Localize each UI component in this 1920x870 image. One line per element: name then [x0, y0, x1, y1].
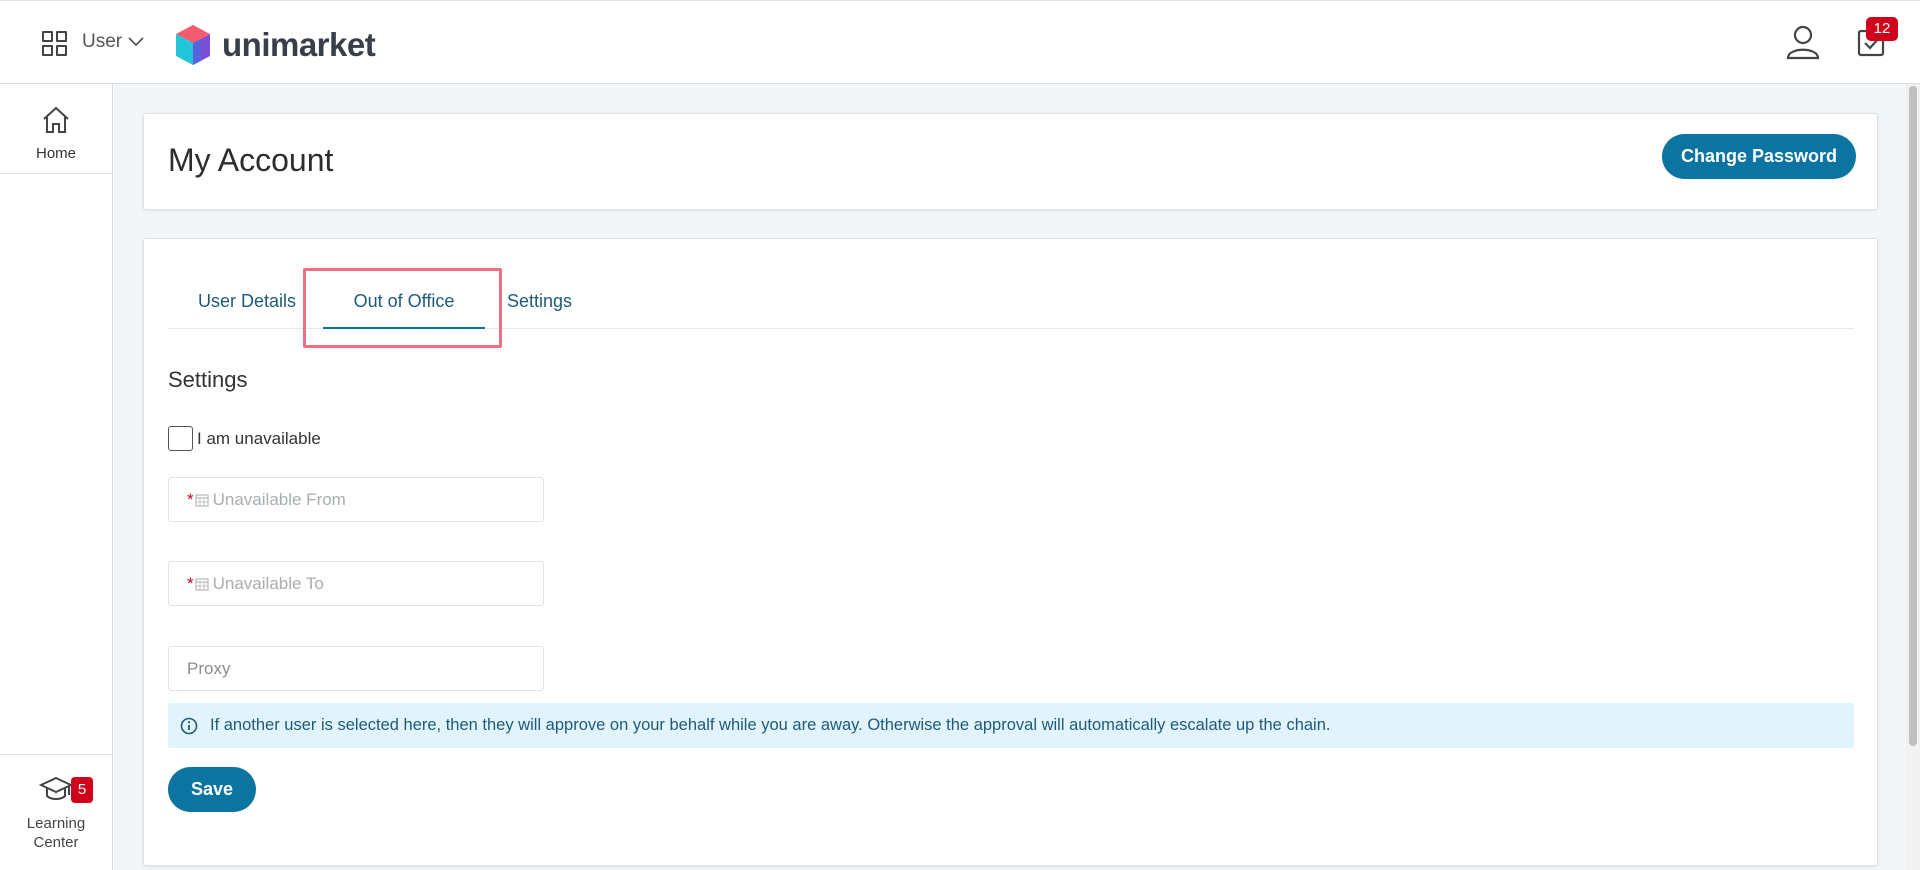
tab-highlight-outline	[303, 268, 502, 348]
sidebar: Home 5 Learning Center	[0, 84, 113, 870]
required-marker: *	[187, 573, 194, 593]
learning-count-badge: 5	[71, 777, 93, 803]
required-marker: *	[187, 489, 194, 509]
change-password-button[interactable]: Change Password	[1662, 134, 1856, 179]
home-icon	[43, 106, 69, 133]
unavailable-from-placeholder: Unavailable From	[212, 489, 346, 509]
account-content-card: User Details Out of Office Settings Sett…	[143, 238, 1878, 866]
sidebar-item-label: Home	[35, 145, 76, 162]
graduation-cap-icon	[38, 776, 74, 800]
unavailable-to-field[interactable]: * Unavailable To	[168, 561, 544, 606]
unavailable-to-placeholder: Unavailable To	[212, 573, 324, 593]
sidebar-item-label-line2: Center	[33, 834, 79, 851]
unavailable-label: I am unavailable	[197, 428, 321, 448]
proxy-field[interactable]: Proxy	[168, 646, 544, 691]
apps-grid-icon[interactable]	[42, 31, 68, 57]
unimarket-logo-icon	[176, 25, 210, 65]
proxy-info-message: If another user is selected here, then t…	[168, 703, 1854, 748]
info-text: If another user is selected here, then t…	[210, 716, 1331, 734]
page-title: My Account	[168, 142, 334, 178]
tab-user-details[interactable]: User Details	[198, 291, 296, 329]
sidebar-item-learning-center[interactable]: 5 Learning Center	[0, 754, 112, 870]
profile-icon[interactable]	[1784, 23, 1822, 61]
unavailable-checkbox-row[interactable]: I am unavailable	[168, 426, 321, 451]
calendar-icon	[195, 493, 209, 507]
proxy-placeholder: Proxy	[187, 658, 231, 678]
tasks-count-badge: 12	[1866, 17, 1898, 41]
tab-settings[interactable]: Settings	[507, 291, 572, 329]
sidebar-item-home[interactable]: Home	[0, 94, 112, 174]
scrollbar-thumb[interactable]	[1909, 86, 1917, 746]
sidebar-item-label-line1: Learning	[26, 815, 86, 832]
calendar-icon	[195, 577, 209, 591]
unimarket-logo[interactable]: unimarket	[174, 23, 376, 67]
save-button[interactable]: Save	[168, 767, 256, 812]
info-icon	[180, 717, 198, 734]
unavailable-checkbox[interactable]	[168, 426, 193, 451]
logo-text: unimarket	[222, 26, 376, 63]
top-bar: User unimarket 12	[0, 0, 1920, 84]
section-title: Settings	[168, 367, 248, 392]
user-menu-dropdown[interactable]: User	[82, 31, 144, 53]
page-scrollbar[interactable]	[1906, 84, 1920, 870]
chevron-down-icon	[128, 37, 144, 47]
unavailable-from-field[interactable]: * Unavailable From	[168, 477, 544, 522]
page-header-card: My Account Change Password	[143, 113, 1878, 210]
user-menu-label: User	[82, 31, 123, 52]
